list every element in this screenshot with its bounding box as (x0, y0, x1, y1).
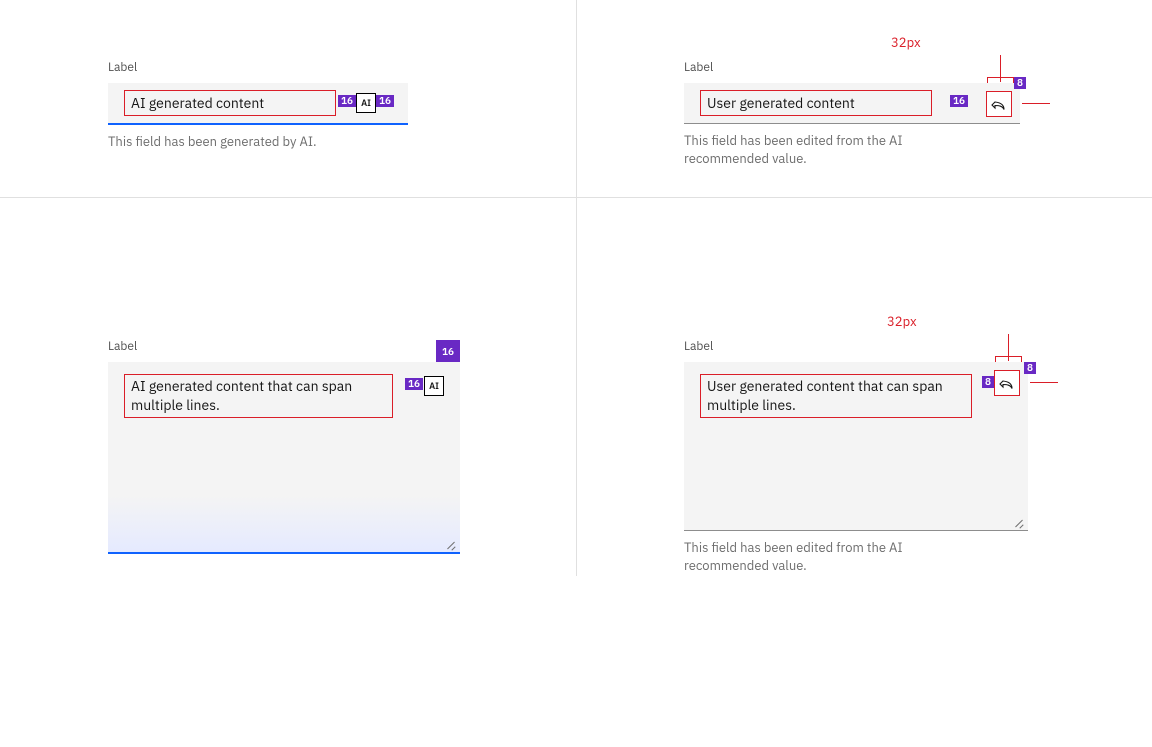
resize-handle-icon[interactable] (446, 538, 456, 548)
field-label: Label (684, 339, 1088, 354)
revert-button[interactable] (994, 370, 1020, 396)
quadrant-ai-textarea: Label 16 AI generated content that can s… (0, 287, 576, 747)
dim-line-top (988, 77, 1014, 78)
helper-text: This field has been edited from the AI r… (684, 132, 964, 167)
undo-icon (999, 375, 1015, 391)
spec-tag-gap: 16 (405, 378, 423, 390)
helper-text: This field has been generated by AI. (108, 133, 388, 151)
textarea-value: User generated content that can span mul… (700, 374, 972, 418)
field-label: Label (684, 60, 1088, 75)
ai-chip-icon: AI (356, 93, 376, 113)
text-input[interactable]: AI generated content AI 16 16 (108, 83, 408, 125)
quadrant-ai-single: Label AI generated content AI 16 16 This… (0, 0, 576, 287)
spec-tag-top: 16 (436, 340, 460, 362)
undo-icon (991, 96, 1007, 112)
text-input[interactable]: User generated content 16 8 (684, 83, 1020, 124)
spec-tag-gap-left: 16 (338, 95, 356, 107)
field-label: Label (108, 60, 512, 75)
text-input-value: AI generated content (124, 90, 336, 116)
revert-button[interactable] (986, 91, 1012, 117)
spec-tag-left: 8 (982, 376, 994, 388)
text-input-value: User generated content (700, 90, 932, 116)
quadrant-user-textarea: 32px 16px Label User generated content t… (576, 287, 1152, 747)
spec-tag-gap: 16 (950, 95, 968, 107)
dimension-top: 32px (887, 313, 917, 330)
helper-text: This field has been edited from the AI r… (684, 539, 964, 574)
textarea[interactable]: 16 AI generated content that can span mu… (108, 362, 460, 554)
dim-line-top (996, 356, 1022, 357)
resize-handle-icon[interactable] (1014, 516, 1024, 526)
ai-chip-icon: AI (424, 376, 444, 396)
spec-page: Label AI generated content AI 16 16 This… (0, 0, 1152, 576)
spec-tag-corner: 8 (1014, 77, 1026, 89)
textarea-value: AI generated content that can span multi… (124, 374, 393, 418)
spec-tag-right: 8 (1024, 362, 1036, 374)
dim-line-h (1022, 103, 1050, 104)
textarea[interactable]: User generated content that can span mul… (684, 362, 1028, 531)
quadrant-user-single: 32px 16px Label User generated content 1… (576, 0, 1152, 287)
dimension-top: 32px (891, 34, 921, 51)
dim-line-h (1030, 382, 1058, 383)
spec-tag-gap-right: 16 (376, 95, 394, 107)
